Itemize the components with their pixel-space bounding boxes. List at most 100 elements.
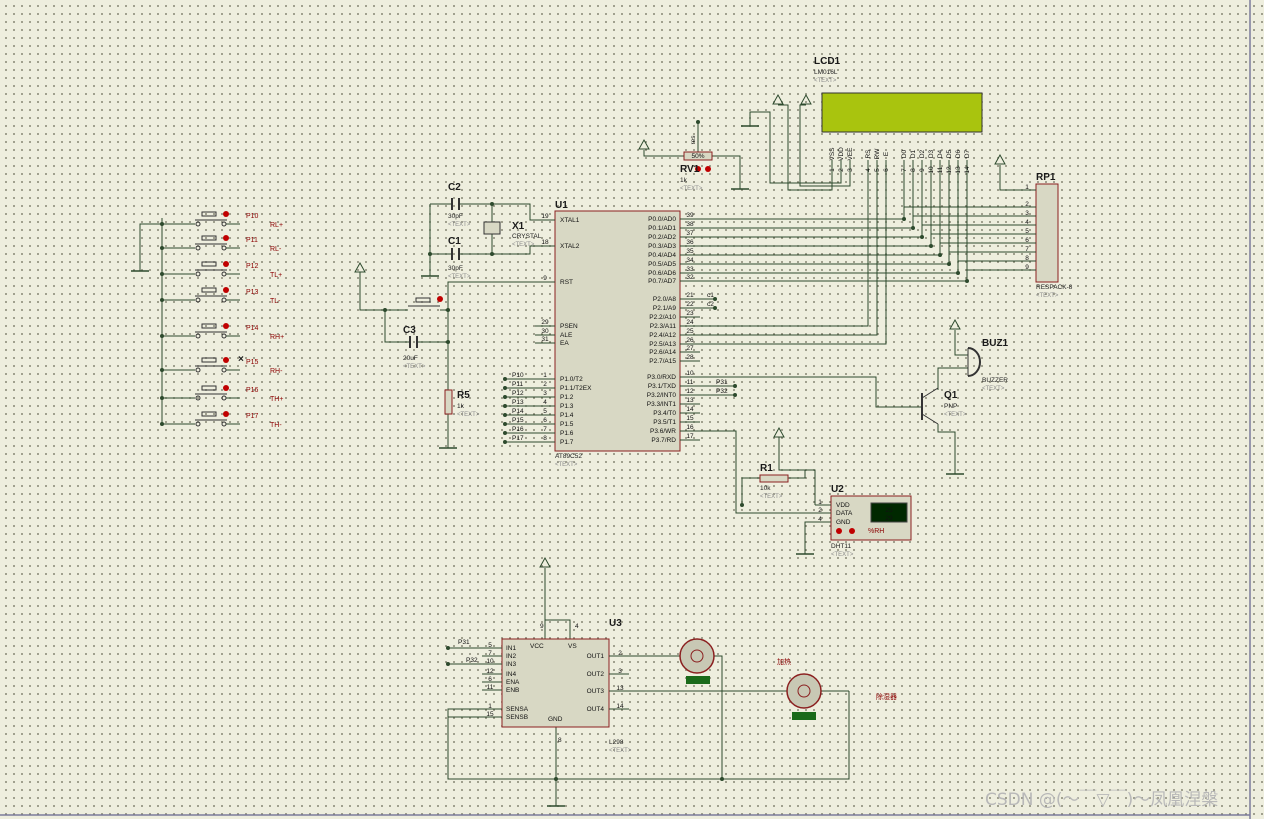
p1-label: P10 (512, 372, 524, 379)
power-icon (539, 556, 551, 568)
power-icon (994, 153, 1006, 165)
junction-dot (920, 235, 924, 239)
terminal-dot (223, 287, 229, 293)
junction-dot (490, 252, 494, 256)
rp1-pin-num: 9 (1025, 264, 1029, 271)
lcd-pin-label: D2 (919, 149, 926, 158)
c1-value: 30pF (448, 265, 463, 272)
r5-body (444, 389, 453, 415)
terminal-dot (223, 261, 229, 267)
p32-label: P32 (716, 388, 728, 395)
c1-label: c1 (707, 292, 714, 299)
lcd-pin-num: 12 (946, 166, 953, 174)
button-terminal (195, 333, 201, 339)
u1-pin-num: 19 (541, 213, 549, 220)
lcd-pin-label: VSS (829, 147, 836, 161)
u3-pin-num: 10 (486, 658, 494, 665)
u3-pin-label: IN3 (506, 661, 517, 668)
r5-ref: R5 (457, 390, 470, 401)
c1-ref: C1 (448, 236, 461, 247)
terminal-dot (223, 211, 229, 217)
r1-text: <TEXT> (760, 494, 783, 500)
junction-dot (446, 646, 450, 650)
u1-pin-label: P1.1/T2EX (560, 385, 592, 392)
rp1-pin-num: 7 (1025, 246, 1029, 253)
lcd-pin-num: 4 (865, 168, 872, 172)
u1-pin-label: P0.0/AD0 (648, 216, 676, 223)
u1-pin-label: P2.0/A8 (653, 296, 677, 303)
lcd-pin-label: D0 (901, 149, 908, 158)
u3-pin-label: SENSA (506, 706, 529, 713)
u3-pin-label: OUT1 (587, 653, 605, 660)
u1-pin-num: 9 (543, 275, 547, 282)
lcd-model: LM016L (814, 69, 838, 76)
u2-text: <TEXT> (831, 552, 854, 558)
u3-pin-num: 5 (488, 642, 492, 649)
u1-pin-num: 3 (543, 390, 547, 397)
motor1-label: 加热 (777, 657, 791, 666)
lcd-pin-label: D4 (937, 149, 944, 158)
p30-q1 (700, 376, 922, 408)
u1-pin-label: P1.6 (560, 430, 574, 437)
u2-pin-num: 4 (818, 516, 822, 523)
xtal1-wire (459, 203, 535, 221)
u2-pin-num: 1 (818, 499, 822, 506)
button-cap (201, 357, 217, 363)
u2-pin-label: VDD (836, 502, 850, 509)
lcd-pin-label: D3 (928, 149, 935, 158)
u1-pin-label: P3.2/INT0 (647, 392, 677, 399)
u3-pin-num: 3 (618, 668, 622, 675)
rp1-wire (930, 233, 1020, 239)
button-func-label: RH- (270, 368, 283, 375)
rp1-pin-num: 5 (1025, 228, 1029, 235)
button-terminal (195, 297, 201, 303)
reset-button-cap (415, 297, 431, 303)
button-terminal (221, 395, 227, 401)
junction-dot (160, 422, 164, 426)
wire (937, 367, 968, 390)
u1-pin-label: P0.6/AD6 (648, 270, 676, 277)
motor2-body (786, 673, 822, 709)
rp1-pin-num: 1 (1025, 184, 1029, 191)
terminal-dot (836, 528, 842, 534)
p1-dot (503, 431, 507, 435)
u1-pin-num: 1 (543, 372, 547, 379)
u1-pin-label: P3.4/T0 (653, 410, 676, 417)
u3-pin-label: SENSB (506, 714, 528, 721)
u1-pin-num: 11 (687, 379, 694, 386)
u1-pin-num: 6 (543, 417, 547, 424)
u3-pin-label: ENB (506, 687, 519, 694)
schematic-drawing: U1AT89C52<TEXT>19XTAL118XTAL29RST29PSEN3… (0, 0, 1251, 819)
u3-pin9: 9 (540, 623, 544, 630)
power-icon (354, 261, 366, 273)
button-cap (201, 235, 217, 241)
u1-pin-label: P3.3/INT1 (647, 401, 677, 408)
junction-dot (929, 244, 933, 248)
rp1-pin-num: 4 (1025, 219, 1029, 226)
q1-collector (921, 413, 939, 425)
p31-label: P31 (716, 379, 728, 386)
terminal-dot (223, 235, 229, 241)
u1-pin-num: 15 (686, 415, 694, 422)
button-func-label: RL- (270, 246, 282, 253)
u3-pin8: 8 (558, 737, 562, 744)
u1-pin-num: 26 (686, 337, 694, 344)
u1-pin-num: 34 (686, 257, 694, 264)
wire (139, 223, 162, 265)
p1-dot (503, 404, 507, 408)
button-terminal (221, 421, 227, 427)
u1-pin-num: 14 (686, 406, 694, 413)
buz1-model: BUZZER (982, 377, 1008, 384)
junction-dot (947, 262, 951, 266)
u1-pin-label: RST (560, 279, 573, 286)
c1-text: <TEXT> (448, 274, 471, 280)
lcd-pin-num: 14 (964, 166, 971, 174)
u1-pin-label: P1.5 (560, 421, 574, 428)
u1-pin-num: 31 (541, 336, 549, 343)
button-pin-label: P14 (246, 325, 259, 332)
c2-ref: C2 (448, 182, 461, 193)
button-cap (201, 411, 217, 417)
u2-model: DHT11 (831, 543, 851, 550)
u3-pin-num: 6 (488, 676, 492, 683)
no-connect-mark: × (238, 354, 244, 365)
